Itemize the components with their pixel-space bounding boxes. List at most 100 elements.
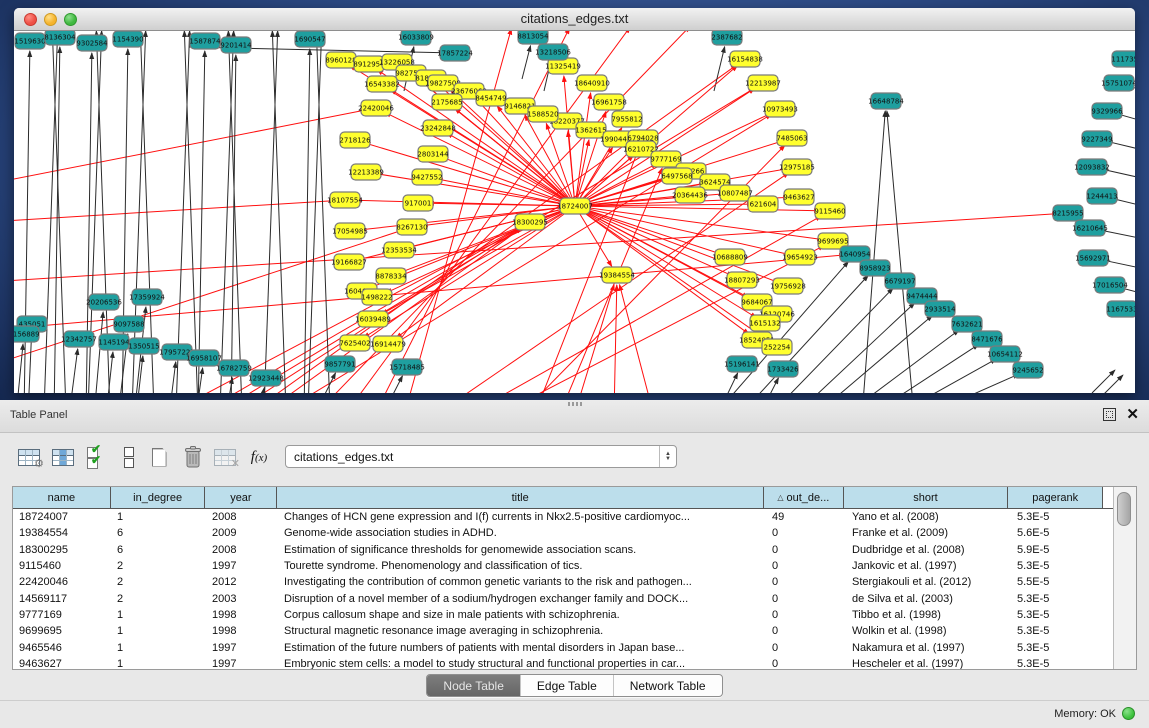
table-row[interactable]: 977716911998Corpus callosum shape and si… xyxy=(13,607,1113,623)
graph-node[interactable]: 8215955 xyxy=(1052,205,1083,221)
graph-node[interactable]: 15692971 xyxy=(1075,250,1111,266)
graph-node[interactable]: 621604 xyxy=(748,196,778,212)
graph-node[interactable]: 20364436 xyxy=(672,187,708,203)
graph-node[interactable]: 23242848 xyxy=(420,120,456,136)
graph-node[interactable]: 17054985 xyxy=(332,223,368,239)
graph-node[interactable]: 16039489 xyxy=(355,311,391,327)
graph-node[interactable]: 19756928 xyxy=(770,278,806,294)
tab-edge-table[interactable]: Edge Table xyxy=(521,675,614,696)
graph-node[interactable]: 16914479 xyxy=(370,336,406,352)
graph-node[interactable]: 10654112 xyxy=(987,346,1023,362)
graph-node[interactable]: 19654923 xyxy=(782,249,818,265)
graph-node[interactable]: 16782759 xyxy=(216,360,252,376)
graph-node[interactable]: 15751074 xyxy=(1101,75,1135,91)
graph-node[interactable]: 9115460 xyxy=(814,203,845,219)
graph-node[interactable]: 8454749 xyxy=(475,90,506,106)
graph-node[interactable]: 8471676 xyxy=(971,331,1003,347)
graph-node[interactable]: 1690547 xyxy=(294,31,325,47)
graph-node[interactable]: 15718485 xyxy=(389,359,425,375)
column-header-name[interactable]: name xyxy=(13,487,111,508)
graph-node[interactable]: 2387682 xyxy=(711,31,742,45)
graph-node[interactable]: 13218506 xyxy=(535,44,571,60)
graph-node[interactable]: 12093832 xyxy=(1074,159,1110,175)
float-panel-icon[interactable] xyxy=(1103,408,1116,421)
select-all-columns-button[interactable]: ✔✔ xyxy=(82,441,112,473)
graph-node[interactable]: 1244413 xyxy=(1086,188,1117,204)
unselect-all-columns-button[interactable] xyxy=(114,441,144,473)
graph-node[interactable]: 8267130 xyxy=(396,219,427,235)
function-builder-button[interactable]: f(x) xyxy=(244,441,274,473)
graph-node[interactable]: 8813054 xyxy=(517,31,549,44)
graph-node[interactable]: 6497568 xyxy=(661,168,692,184)
graph-node[interactable]: 16154838 xyxy=(727,51,763,67)
graph-node[interactable]: 1156889 xyxy=(14,326,40,342)
graph-node[interactable]: 6679197 xyxy=(884,273,915,289)
tab-network-table[interactable]: Network Table xyxy=(614,675,722,696)
graph-node[interactable]: 19166827 xyxy=(331,254,367,270)
graph-node[interactable]: 8136304 xyxy=(44,31,76,45)
graph-node[interactable]: 2718126 xyxy=(339,132,371,148)
graph-node[interactable]: 1588520 xyxy=(527,106,558,122)
graph-node[interactable]: 2175685 xyxy=(431,94,462,110)
graph-node[interactable]: 9427552 xyxy=(411,169,442,185)
graph-node[interactable]: 1117353 xyxy=(1111,51,1135,67)
table-row[interactable]: 2242004622012Investigating the contribut… xyxy=(13,574,1113,590)
graph-node[interactable]: 1519630 xyxy=(14,33,45,49)
graph-node[interactable]: 12213389 xyxy=(348,164,384,180)
graph-node[interactable]: 9857791 xyxy=(324,356,355,372)
graph-node[interactable]: 12975185 xyxy=(779,159,815,175)
graph-node[interactable]: 1145194 xyxy=(98,334,130,350)
graph-node[interactable]: 7955812 xyxy=(611,111,642,127)
graph-node[interactable]: 18107554 xyxy=(327,192,363,208)
new-column-button[interactable] xyxy=(144,441,174,473)
divider-drag-handle[interactable] xyxy=(568,402,582,406)
graph-node[interactable]: 9097588 xyxy=(113,316,144,332)
graph-node[interactable]: 7632621 xyxy=(951,316,982,332)
graph-node[interactable]: 9227349 xyxy=(1081,131,1112,147)
graph-node[interactable]: 22420046 xyxy=(358,100,394,116)
table-selector-dropdown[interactable]: citations_edges.txt ▲▼ xyxy=(285,445,677,468)
column-header-title[interactable]: title xyxy=(277,487,764,508)
graph-node[interactable]: 16961758 xyxy=(591,94,627,110)
graph-node[interactable]: 2803144 xyxy=(417,146,449,162)
table-row[interactable]: 1872400712008Changes of HCN gene express… xyxy=(13,509,1113,525)
graph-node[interactable]: 917001 xyxy=(403,195,433,211)
network-window-titlebar[interactable]: citations_edges.txt xyxy=(14,8,1135,31)
graph-node[interactable]: 19384554 xyxy=(599,267,635,283)
graph-node[interactable]: 8960128 xyxy=(325,52,356,68)
graph-node[interactable]: 1615132 xyxy=(749,315,780,331)
graph-node[interactable]: 8958923 xyxy=(859,260,890,276)
graph-node[interactable]: 7625402 xyxy=(339,335,370,351)
column-header-in_degree[interactable]: in_degree xyxy=(111,487,206,508)
table-row[interactable]: 1938455462009Genome-wide association stu… xyxy=(13,525,1113,541)
table-options-button[interactable]: ⚙ xyxy=(14,441,44,473)
graph-node[interactable]: 1733426 xyxy=(767,361,799,377)
table-row[interactable]: 1456911722003Disruption of a novel membe… xyxy=(13,590,1113,606)
graph-node[interactable]: 1498222 xyxy=(361,289,392,305)
graph-node[interactable]: 16543382 xyxy=(364,76,400,92)
column-header-out_de[interactable]: △out_de... xyxy=(764,487,844,508)
graph-node[interactable]: 7485063 xyxy=(776,130,807,146)
graph-node[interactable]: 17857224 xyxy=(437,45,473,61)
graph-node[interactable]: 12923448 xyxy=(248,370,284,386)
graph-node[interactable]: 8878334 xyxy=(375,268,407,284)
delete-table-button[interactable]: ✕ xyxy=(210,441,240,473)
vertical-scrollbar[interactable] xyxy=(1113,487,1136,669)
graph-node[interactable]: 18807293 xyxy=(724,272,760,288)
graph-node[interactable]: 252254 xyxy=(762,339,792,355)
tab-node-table[interactable]: Node Table xyxy=(427,675,521,696)
table-row[interactable]: 911546021997Tourette syndrome. Phenomeno… xyxy=(13,558,1113,574)
graph-node[interactable]: 2933514 xyxy=(924,301,956,317)
graph-node[interactable]: 1154390 xyxy=(112,31,143,47)
column-header-year[interactable]: year xyxy=(205,487,277,508)
graph-node[interactable]: 9463627 xyxy=(783,189,814,205)
graph-node[interactable]: 20206536 xyxy=(86,294,122,310)
show-columns-button[interactable] xyxy=(48,441,78,473)
graph-node[interactable]: 17359924 xyxy=(129,289,165,305)
table-row[interactable]: 1830029562008Estimation of significance … xyxy=(13,542,1113,558)
graph-hub-node[interactable]: 18724007 xyxy=(557,198,593,214)
graph-node[interactable]: 10973493 xyxy=(762,101,798,117)
graph-node[interactable]: 1350515 xyxy=(128,338,159,354)
table-row[interactable]: 946362711997Embryonic stem cells: a mode… xyxy=(13,656,1113,669)
graph-node[interactable]: 16958107 xyxy=(186,350,222,366)
